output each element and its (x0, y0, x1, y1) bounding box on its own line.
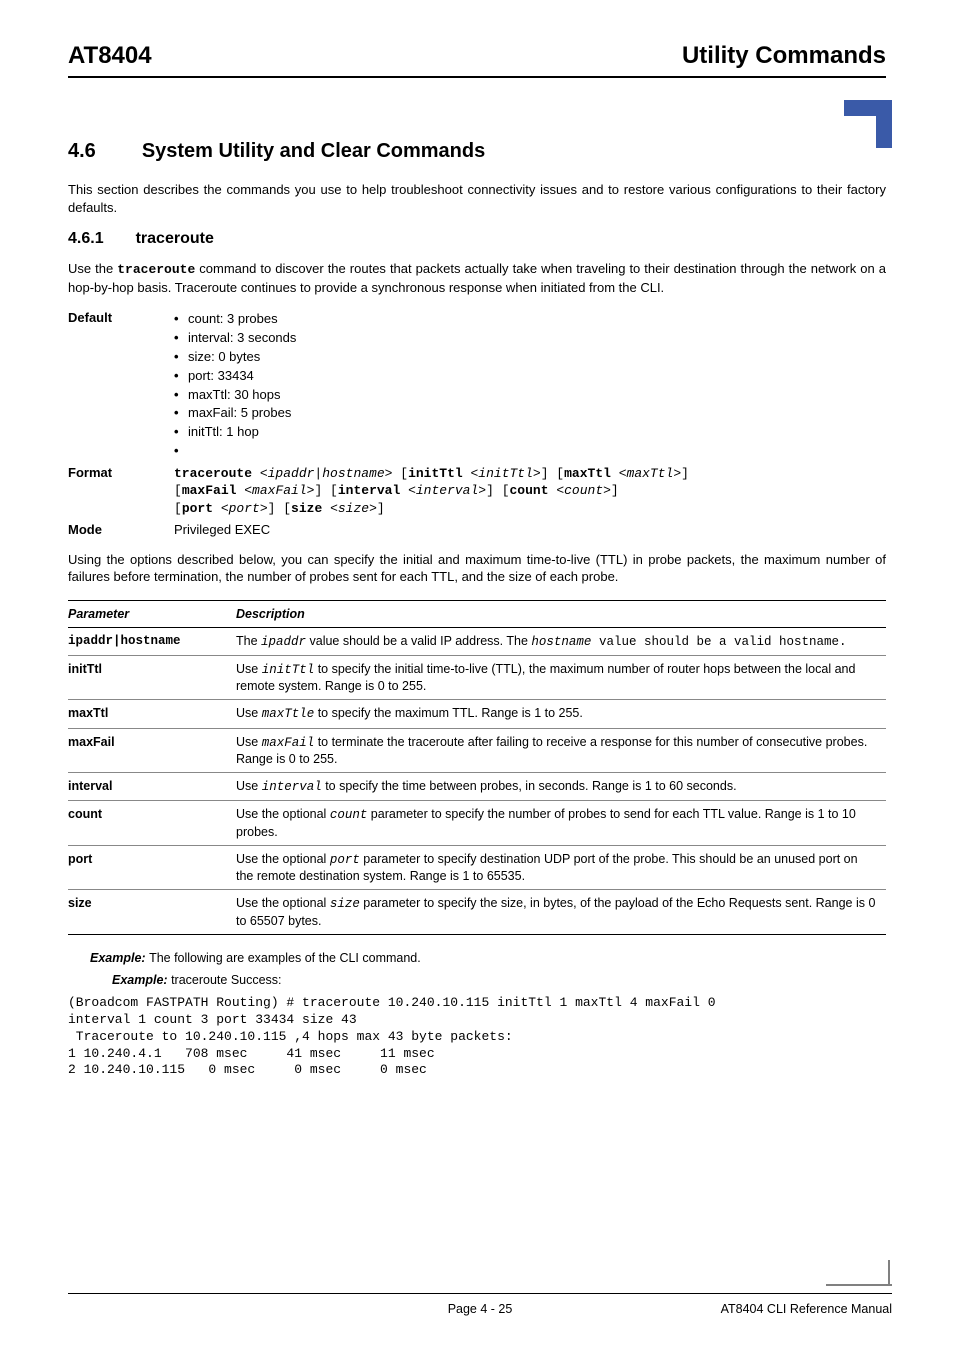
parameter-description: Use the optional port parameter to speci… (236, 845, 886, 890)
footer-manual-title: AT8404 CLI Reference Manual (617, 1302, 892, 1316)
header-section: Utility Commands (682, 42, 886, 70)
defaults-list: count: 3 probesinterval: 3 secondssize: … (174, 310, 886, 461)
argument: <ipaddr|hostname> (260, 466, 393, 481)
table-row: countUse the optional count parameter to… (68, 801, 886, 846)
table-row: initTtlUse initTtl to specify the initia… (68, 655, 886, 700)
parameter-name: maxFail (68, 728, 236, 773)
default-item: port: 33434 (174, 367, 886, 386)
argument: <maxTtl> (619, 466, 681, 481)
default-item (174, 442, 886, 461)
example-label: Example: (90, 951, 149, 965)
argument: <interval> (408, 483, 486, 498)
mode-block: Mode Privileged EXEC (68, 522, 886, 537)
sep: [ (174, 483, 182, 498)
parameter-description: Use interval to specify the time between… (236, 773, 886, 801)
parameter-name: size (68, 890, 236, 935)
page-footer: Page 4 - 25 AT8404 CLI Reference Manual (68, 1293, 892, 1316)
keyword: traceroute (174, 466, 260, 481)
default-item: initTtl: 1 hop (174, 423, 886, 442)
format-syntax: traceroute <ipaddr|hostname> [initTtl <i… (174, 465, 886, 518)
keyword: interval (338, 483, 408, 498)
keyword: maxTtl (564, 466, 619, 481)
subsection-heading: 4.6.1 traceroute (68, 230, 886, 248)
table-row: ipaddr|hostnameThe ipaddr value should b… (68, 627, 886, 655)
options-intro: Using the options described below, you c… (68, 551, 886, 586)
command-name: traceroute (117, 262, 195, 277)
corner-decoration-icon (844, 100, 892, 148)
header-product: AT8404 (68, 42, 152, 70)
table-header-parameter: Parameter (68, 600, 236, 627)
table-row: maxTtlUse maxTtle to specify the maximum… (68, 700, 886, 728)
default-item: maxTtl: 30 hops (174, 386, 886, 405)
parameter-description: The ipaddr value should be a valid IP ad… (236, 627, 886, 655)
default-item: count: 3 probes (174, 310, 886, 329)
argument: <initTtl> (470, 466, 540, 481)
format-block: Format traceroute <ipaddr|hostname> [ini… (68, 465, 886, 518)
table-row: maxFailUse maxFail to terminate the trac… (68, 728, 886, 773)
sep: ] (377, 501, 385, 516)
argument: <port> (221, 501, 268, 516)
sep: [ (392, 466, 408, 481)
default-label: Default (68, 310, 174, 461)
mode-label: Mode (68, 522, 174, 537)
parameter-name: interval (68, 773, 236, 801)
section-title: System Utility and Clear Commands (142, 140, 485, 163)
sep: ] [ (541, 466, 564, 481)
example-label: Example: (112, 973, 171, 987)
text: Use the (68, 261, 117, 276)
section-intro: This section describes the commands you … (68, 181, 886, 216)
parameter-name: port (68, 845, 236, 890)
subsection-intro: Use the traceroute command to discover t… (68, 260, 886, 296)
section-number: 4.6 (68, 140, 96, 163)
table-header-description: Description (236, 600, 886, 627)
parameter-description: Use initTtl to specify the initial time-… (236, 655, 886, 700)
sep: ] [ (314, 483, 337, 498)
parameter-name: maxTtl (68, 700, 236, 728)
example-line-1: Example: The following are examples of t… (90, 951, 886, 965)
mode-value: Privileged EXEC (174, 522, 886, 537)
parameter-name: initTtl (68, 655, 236, 700)
format-label: Format (68, 465, 174, 518)
parameter-name: ipaddr|hostname (68, 627, 236, 655)
code-output: (Broadcom FASTPATH Routing) # traceroute… (68, 995, 886, 1079)
parameter-description: Use the optional count parameter to spec… (236, 801, 886, 846)
parameters-table: Parameter Description ipaddr|hostnameThe… (68, 600, 886, 935)
parameter-description: Use the optional size parameter to speci… (236, 890, 886, 935)
keyword: port (182, 501, 221, 516)
table-row: portUse the optional port parameter to s… (68, 845, 886, 890)
parameter-description: Use maxTtle to specify the maximum TTL. … (236, 700, 886, 728)
keyword: initTtl (408, 466, 470, 481)
parameter-name: count (68, 801, 236, 846)
example-line-2: Example: traceroute Success: (112, 973, 886, 987)
default-block: Default count: 3 probesinterval: 3 secon… (68, 310, 886, 461)
subsection-number: 4.6.1 (68, 230, 104, 248)
argument: <size> (330, 501, 377, 516)
argument: <maxFail> (244, 483, 314, 498)
section-heading: 4.6 System Utility and Clear Commands (68, 140, 886, 163)
subsection-title: traceroute (136, 230, 214, 248)
sep: [ (174, 501, 182, 516)
default-item: maxFail: 5 probes (174, 404, 886, 423)
sep: ] (681, 466, 689, 481)
footer-page-number: Page 4 - 25 (343, 1302, 618, 1316)
footer-left (68, 1302, 343, 1316)
table-row: intervalUse interval to specify the time… (68, 773, 886, 801)
keyword: count (510, 483, 557, 498)
example-text: The following are examples of the CLI co… (149, 951, 421, 965)
parameter-description: Use maxFail to terminate the traceroute … (236, 728, 886, 773)
keyword: maxFail (182, 483, 244, 498)
keyword: size (291, 501, 330, 516)
default-item: size: 0 bytes (174, 348, 886, 367)
table-row: sizeUse the optional size parameter to s… (68, 890, 886, 935)
example-text: traceroute Success: (171, 973, 281, 987)
sep: ] [ (268, 501, 291, 516)
sep: ] (611, 483, 619, 498)
corner-bottom-decoration-icon (826, 1260, 892, 1290)
page-header: AT8404 Utility Commands (68, 42, 886, 78)
sep: ] [ (486, 483, 509, 498)
default-item: interval: 3 seconds (174, 329, 886, 348)
argument: <count> (556, 483, 611, 498)
